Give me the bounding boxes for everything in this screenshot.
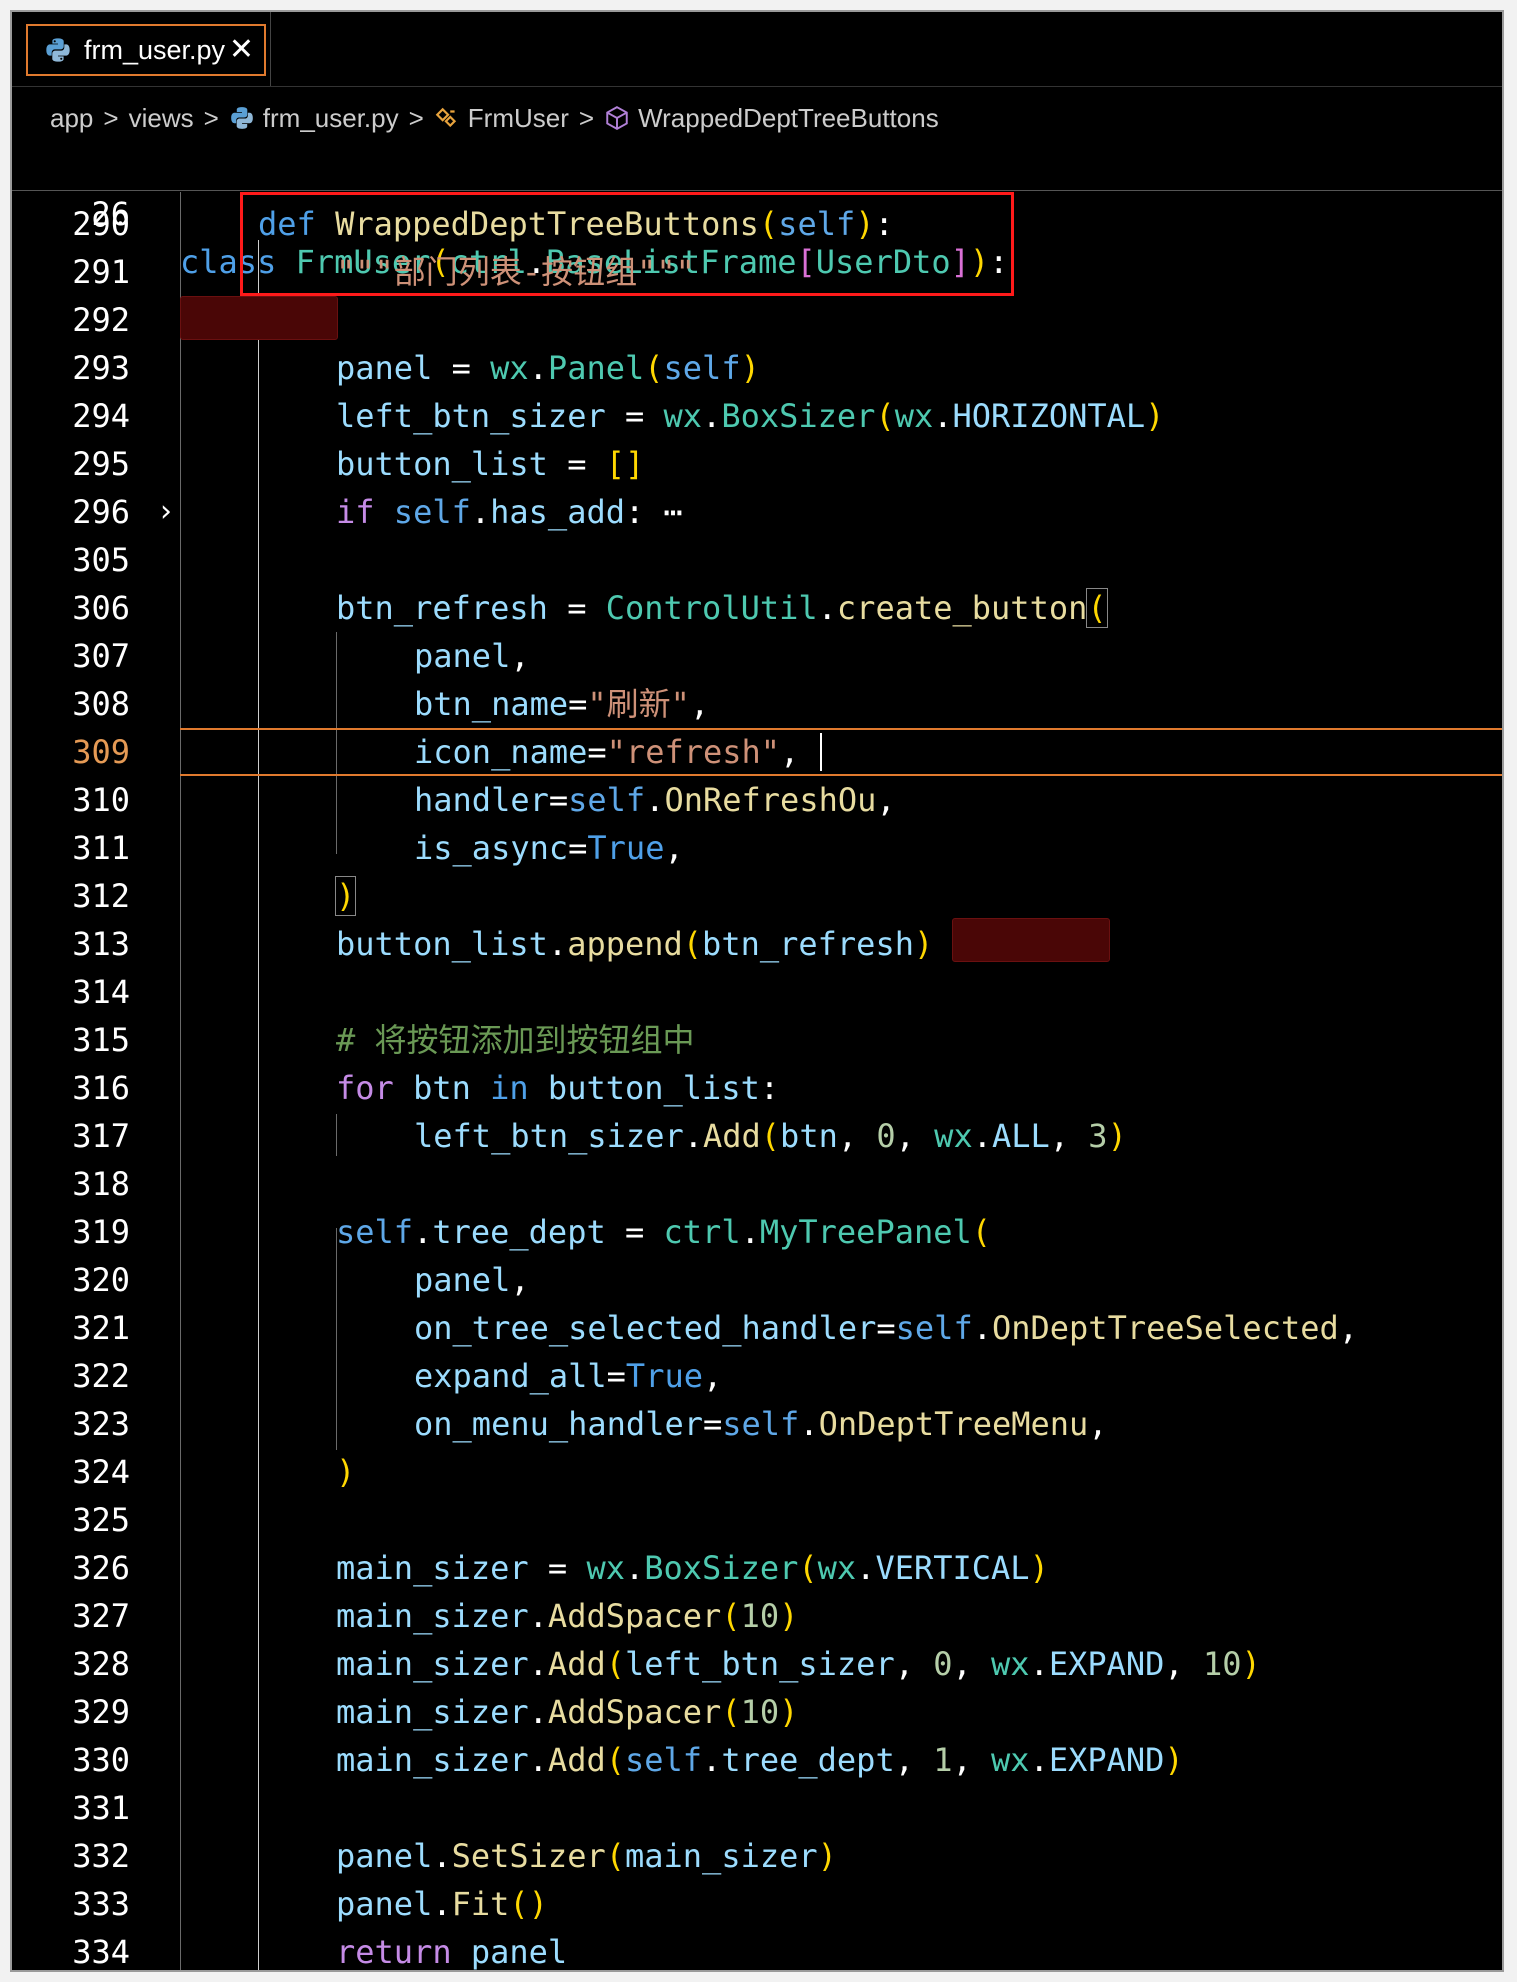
line-number: 330 bbox=[72, 1741, 130, 1779]
code-line[interactable]: 320 panel, bbox=[12, 1256, 1502, 1304]
chevron-right-icon: > bbox=[103, 102, 119, 133]
line-number: 328 bbox=[72, 1645, 130, 1683]
code-line[interactable]: 325 bbox=[12, 1496, 1502, 1544]
python-file-icon bbox=[230, 107, 253, 129]
line-number: 291 bbox=[72, 253, 130, 291]
tab-bar: frm_user.py ✕ bbox=[12, 12, 1502, 87]
line-number: 324 bbox=[72, 1453, 130, 1491]
chevron-right-icon: > bbox=[408, 102, 424, 133]
tab-title: frm_user.py bbox=[84, 34, 226, 65]
code-line[interactable]: 324) bbox=[12, 1448, 1502, 1496]
code-line[interactable]: 332 panel.SetSizer(main_sizer) bbox=[12, 1832, 1502, 1880]
code-line[interactable]: 318 bbox=[12, 1160, 1502, 1208]
class-symbol-icon bbox=[435, 107, 456, 128]
line-number: 321 bbox=[72, 1309, 130, 1347]
code-line[interactable]: 315 # 将按钮添加到按钮组中 bbox=[12, 1016, 1502, 1064]
code-line[interactable]: 294 left_btn_sizer = wx.BoxSizer(wx.HORIZ… bbox=[12, 392, 1502, 440]
line-number: 306 bbox=[72, 589, 130, 627]
method-symbol-icon bbox=[606, 106, 628, 130]
line-number: 296 bbox=[72, 493, 130, 531]
close-icon[interactable]: ✕ bbox=[229, 34, 254, 66]
line-number: 313 bbox=[72, 925, 130, 963]
line-number: 309 bbox=[72, 733, 130, 771]
line-number: 317 bbox=[72, 1117, 130, 1155]
tab-frm-user-py[interactable]: frm_user.py ✕ bbox=[26, 24, 266, 76]
code-line[interactable]: 311 is_async=True, bbox=[12, 824, 1502, 872]
breadcrumb-item-class[interactable]: FrmUser bbox=[468, 103, 569, 134]
text-caret bbox=[820, 733, 822, 771]
breadcrumb-item-views[interactable]: views bbox=[129, 103, 194, 134]
code-line[interactable]: 323 on_menu_handler=self.OnDeptTreeMenu, bbox=[12, 1400, 1502, 1448]
line-number: 294 bbox=[72, 397, 130, 435]
code-line[interactable]: 316 for btn in button_list: bbox=[12, 1064, 1502, 1112]
code-line[interactable]: 331 bbox=[12, 1784, 1502, 1832]
line-number: 323 bbox=[72, 1405, 130, 1443]
code-line[interactable]: 322 expand_all=True, bbox=[12, 1352, 1502, 1400]
code-line[interactable]: 333 panel.Fit() bbox=[12, 1880, 1502, 1928]
chevron-right-icon: > bbox=[203, 102, 219, 133]
annotation-highlight-box bbox=[240, 192, 1014, 296]
line-number: 310 bbox=[72, 781, 130, 819]
code-line[interactable]: 310 handler=self.OnRefreshOu, bbox=[12, 776, 1502, 824]
line-number: 314 bbox=[72, 973, 130, 1011]
line-number: 334 bbox=[72, 1933, 130, 1971]
line-number: 311 bbox=[72, 829, 130, 867]
line-number: 322 bbox=[72, 1357, 130, 1395]
line-number: 326 bbox=[72, 1549, 130, 1587]
line-number: 290 bbox=[72, 205, 130, 243]
code-line[interactable]: 312) bbox=[12, 872, 1502, 920]
editor-window: frm_user.py ✕ app > views > frm_user.py … bbox=[10, 10, 1504, 1972]
line-number: 293 bbox=[72, 349, 130, 387]
code-line[interactable]: 327 main_sizer.AddSpacer(10) bbox=[12, 1592, 1502, 1640]
chevron-right-icon: > bbox=[578, 102, 595, 133]
code-line[interactable]: 292 bbox=[12, 296, 1502, 344]
fold-chevron-icon[interactable]: › bbox=[160, 488, 172, 536]
line-number: 305 bbox=[72, 541, 130, 579]
line-number: 331 bbox=[72, 1789, 130, 1827]
sticky-scroll-header[interactable]: 26 class FrmUser(ctrl.BaseListFrame[User… bbox=[12, 142, 1502, 281]
sticky-line: 26 class FrmUser(ctrl.BaseListFrame[User… bbox=[12, 142, 1502, 281]
line-number: 315 bbox=[72, 1021, 130, 1059]
code-line[interactable]: 330 main_sizer.Add(self.tree_dept, 1, wx.… bbox=[12, 1736, 1502, 1784]
line-number: 316 bbox=[72, 1069, 130, 1107]
code-line[interactable]: 313 button_list.append(btn_refresh) bbox=[12, 920, 1502, 968]
code-line[interactable]: 305 bbox=[12, 536, 1502, 584]
python-file-icon bbox=[46, 38, 70, 62]
line-number: 325 bbox=[72, 1501, 130, 1539]
breadcrumb: app > views > frm_user.py > FrmUser > Wr… bbox=[12, 96, 1502, 140]
code-line[interactable]: 306 btn_refresh = ControlUtil.create_butt… bbox=[12, 584, 1502, 632]
code-line[interactable]: 334 return panel bbox=[12, 1928, 1502, 1971]
breadcrumb-item-method[interactable]: WrappedDeptTreeButtons bbox=[638, 103, 939, 134]
line-number: 292 bbox=[72, 301, 130, 339]
code-line-current[interactable]: 309 icon_name="refresh", bbox=[12, 728, 1502, 776]
line-number: 333 bbox=[72, 1885, 130, 1923]
line-number: 307 bbox=[72, 637, 130, 675]
line-number: 319 bbox=[72, 1213, 130, 1251]
code-line[interactable]: 329 main_sizer.AddSpacer(10) bbox=[12, 1688, 1502, 1736]
code-line[interactable]: 293 panel = wx.Panel(self) bbox=[12, 344, 1502, 392]
line-number: 312 bbox=[72, 877, 130, 915]
breadcrumb-item-file[interactable]: frm_user.py bbox=[263, 103, 399, 134]
code-line[interactable]: 319 self.tree_dept = ctrl.MyTreePanel( bbox=[12, 1208, 1502, 1256]
line-number: 332 bbox=[72, 1837, 130, 1875]
code-line[interactable]: 314 bbox=[12, 968, 1502, 1016]
code-line[interactable]: 317 left_btn_sizer.Add(btn, 0, wx.ALL, 3) bbox=[12, 1112, 1502, 1160]
line-number: 295 bbox=[72, 445, 130, 483]
line-number: 329 bbox=[72, 1693, 130, 1731]
code-line[interactable]: 308 btn_name="刷新", bbox=[12, 680, 1502, 728]
code-line[interactable]: 328 main_sizer.Add(left_btn_sizer, 0, wx.… bbox=[12, 1640, 1502, 1688]
breadcrumb-item-app[interactable]: app bbox=[50, 103, 93, 134]
line-number: 320 bbox=[72, 1261, 130, 1299]
line-number: 327 bbox=[72, 1597, 130, 1635]
code-line[interactable]: 296 › if self.has_add: ⋯ bbox=[12, 488, 1502, 536]
code-line[interactable]: 295 button_list = [] bbox=[12, 440, 1502, 488]
code-line[interactable]: 307 panel, bbox=[12, 632, 1502, 680]
line-number: 308 bbox=[72, 685, 130, 723]
line-number: 318 bbox=[72, 1165, 130, 1203]
tab-divider bbox=[270, 12, 271, 86]
code-line[interactable]: 326 main_sizer = wx.BoxSizer(wx.VERTICAL) bbox=[12, 1544, 1502, 1592]
code-line[interactable]: 321 on_tree_selected_handler=self.OnDeptT… bbox=[12, 1304, 1502, 1352]
